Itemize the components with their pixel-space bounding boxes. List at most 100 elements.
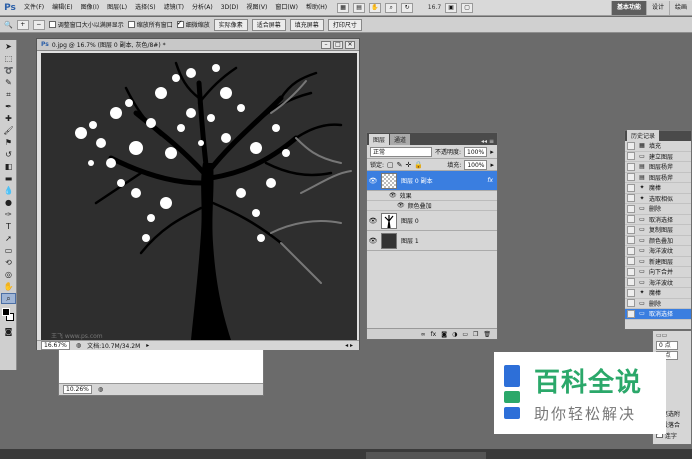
menu-help[interactable]: 帮助(H) [302,0,331,16]
menu-image[interactable]: 图像(I) [77,0,103,16]
add-style-icon[interactable]: fx [431,331,437,338]
history-item[interactable]: ▦ 填充 [625,141,691,152]
menu-3d[interactable]: 3D(D) [217,0,243,16]
history-snapshot-box[interactable] [627,288,635,297]
quick-select-tool-icon[interactable]: ✎ [1,77,16,88]
history-snapshot-box[interactable] [627,246,635,255]
zoom-tool-icon[interactable]: 🔍 [4,21,13,29]
history-snapshot-box[interactable] [627,173,635,182]
rotate-icon[interactable]: ↻ [401,2,414,13]
history-item[interactable]: ▭ 建立图层 [625,152,691,162]
healing-tool-icon[interactable]: ✚ [1,113,16,124]
eye-icon[interactable]: 👁 [389,192,397,199]
doc2-zoom-field[interactable]: 10.26% [63,385,92,394]
menu-layer[interactable]: 图层(L) [103,0,131,16]
marquee-tool-icon[interactable]: ⬚ [1,53,16,64]
eye-icon[interactable]: 👁 [367,177,379,185]
maximize-icon[interactable]: □ [333,40,343,49]
blur-tool-icon[interactable]: 💧 [1,185,16,196]
taskbar-item[interactable] [366,452,486,459]
crop-tool-icon[interactable]: ⌗ [1,89,16,100]
grid-icon[interactable]: ▤ [353,2,366,13]
gradient-tool-icon[interactable]: ▬ [1,173,16,184]
lock-all-icon[interactable]: 🔒 [414,161,423,169]
eye-icon[interactable]: 👁 [397,202,405,209]
tab-layers[interactable]: 图层 [369,134,390,145]
history-snapshot-box[interactable] [627,194,635,203]
menu-analysis[interactable]: 分析(A) [188,0,217,16]
doc2-info-icon[interactable]: ◍ [98,386,103,393]
stamp-tool-icon[interactable]: ⚑ [1,137,16,148]
lock-transparency-icon[interactable]: ▢ [387,161,394,169]
tab-channels[interactable]: 通道 [390,134,411,145]
tab-history[interactable]: 历史记录 [627,130,660,141]
chevron-right-icon[interactable]: ▸ [490,161,494,169]
history-item[interactable]: ✦ 魔棒 [625,183,691,194]
doc-info-icon[interactable]: ◍ [76,342,81,349]
hand-icon[interactable]: ✋ [369,2,382,13]
history-item[interactable]: ▤ 图层杨斧 [625,162,691,173]
doc-zoom-field[interactable]: 16.67% [41,341,70,350]
image-canvas[interactable]: 王飞 www.ps.com [41,53,357,340]
lock-pixels-icon[interactable]: ✎ [397,161,403,169]
new-group-icon[interactable]: ▭ [462,331,468,338]
document-window-secondary[interactable]: 10.26% ◍ [58,346,264,396]
fill-screen-button[interactable]: 填充屏幕 [289,18,324,31]
workspace-painting[interactable]: 绘画 [668,1,692,15]
history-item[interactable]: ▭ 新建图层 [625,257,691,267]
layer-row-0[interactable]: 👁 图层 0 [367,211,497,231]
zoom-level[interactable]: 16.7 [417,4,441,11]
eraser-tool-icon[interactable]: ◧ [1,161,16,172]
eye-icon[interactable]: 👁 [367,237,379,245]
effects-row[interactable]: 👁 效果 [367,191,497,201]
blend-mode-select[interactable]: 正常 [370,146,432,157]
history-snapshot-box[interactable] [627,141,635,150]
history-brush-tool-icon[interactable]: ↺ [1,149,16,160]
menu-filter[interactable]: 滤镜(T) [160,0,188,16]
layer-row-copy[interactable]: 👁 图层 0 副本 fx [367,171,497,191]
close-icon[interactable]: ✕ [345,40,355,49]
history-snapshot-box[interactable] [627,152,635,161]
indent-input-1[interactable]: 0 点 [656,341,678,350]
history-item[interactable]: ▭ 删除 [625,204,691,215]
history-item[interactable]: ▭ 颜色叠加 [625,236,691,246]
opacity-input[interactable]: 100% [464,146,488,157]
eye-icon[interactable]: 👁 [367,217,379,225]
shape-tool-icon[interactable]: ▭ [1,245,16,256]
print-size-button[interactable]: 打印尺寸 [327,18,362,31]
history-item[interactable]: ▭ 取消选择 [625,215,691,225]
resize-windows-check[interactable]: 调整窗口大小以满屏显示 [48,20,124,29]
color-swatches[interactable] [1,307,16,323]
document-window[interactable]: Ps 0.jpg @ 16.7% (图层 0 副本, 灰色/8#) * – □ … [36,38,360,350]
quick-mask-icon[interactable]: ◙ [1,326,16,337]
hand-tool-icon[interactable]: ✋ [1,281,16,292]
status-arrow-icon[interactable]: ▸ [146,342,149,349]
new-layer-icon[interactable]: ❐ [473,331,478,338]
zoom-in-icon[interactable]: + [16,19,29,30]
trash-icon[interactable]: 🗑 [483,331,491,338]
zoom-menu-icon[interactable]: ⌕ [385,2,398,13]
menu-file[interactable]: 文件(F) [20,0,48,16]
history-item[interactable]: ▭ 取消选择 [625,309,691,320]
history-item[interactable]: ▭ 复制图层 [625,225,691,236]
history-snapshot-box[interactable] [627,236,635,245]
history-snapshot-box[interactable] [627,299,635,308]
doc-titlebar[interactable]: Ps 0.jpg @ 16.7% (图层 0 副本, 灰色/8#) * – □ … [37,39,359,51]
history-item[interactable]: ✦ 魔棒 [625,288,691,299]
minimize-icon[interactable]: – [321,40,331,49]
menu-window[interactable]: 窗口(W) [271,0,302,16]
menu-view[interactable]: 视图(V) [243,0,272,16]
foreground-color-swatch[interactable] [2,308,10,316]
zoom-all-windows-check[interactable]: 缩放所有窗口 [127,20,173,29]
scrubby-zoom-check[interactable]: 细微缩放 [176,19,210,29]
history-item[interactable]: ▭ 海洋波纹 [625,278,691,288]
arrange-icon[interactable]: ▣ [445,2,458,13]
fill-input[interactable]: 100% [464,159,488,170]
dodge-tool-icon[interactable]: ● [1,197,16,208]
history-snapshot-box[interactable] [627,183,635,192]
menu-select[interactable]: 选择(S) [131,0,160,16]
history-snapshot-box[interactable] [627,215,635,224]
workspace-design[interactable]: 设计 [645,1,669,15]
workspace-essentials[interactable]: 基本功能 [610,1,646,15]
bridge-icon[interactable]: ▦ [337,2,350,13]
